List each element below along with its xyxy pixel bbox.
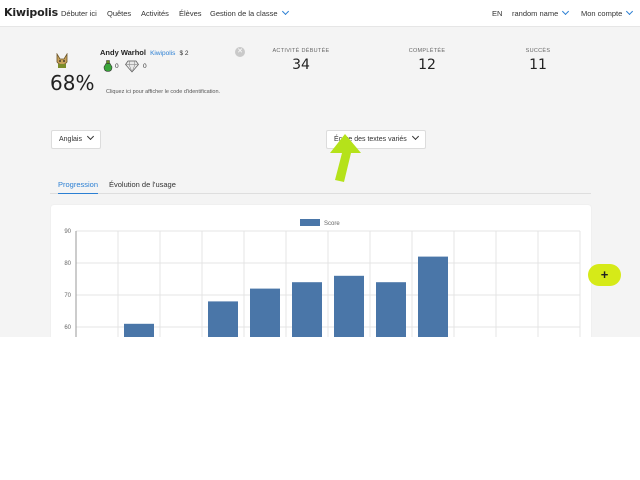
y-tick-label: 60 bbox=[64, 325, 71, 331]
score-bar bbox=[208, 301, 238, 337]
student-name: Andy Warhol bbox=[100, 48, 146, 57]
score-bar bbox=[292, 282, 322, 337]
tab-usage-evolution[interactable]: Évolution de l'usage bbox=[109, 180, 176, 189]
nav-gestion-classe[interactable]: Gestion de la classe bbox=[210, 7, 289, 18]
potion-icon bbox=[103, 60, 113, 72]
legend-swatch bbox=[300, 219, 320, 226]
chevron-down-icon bbox=[86, 132, 95, 141]
main-content: 68% Andy Warhol Kiwipolis $ 2 0 0 Clique… bbox=[0, 27, 640, 337]
add-button[interactable]: + bbox=[588, 264, 621, 286]
top-nav: Kiwipolis Débuter ici Quêtes Activités É… bbox=[0, 0, 640, 27]
student-tag[interactable]: Kiwipolis bbox=[150, 50, 175, 57]
diamond-icon bbox=[125, 60, 139, 73]
stat-started: ACTIVITÉ DÉBUTÉE 34 bbox=[256, 48, 346, 73]
user-name: random name bbox=[512, 9, 559, 18]
chevron-down-icon bbox=[626, 7, 634, 16]
nav-eleves[interactable]: Élèves bbox=[179, 9, 202, 18]
account-menu[interactable]: Mon compte bbox=[581, 7, 634, 18]
stat-completed: COMPLÉTÉE 12 bbox=[382, 48, 472, 73]
stat-success-value: 11 bbox=[529, 57, 547, 73]
y-tick-label: 70 bbox=[64, 293, 71, 299]
nav-quetes[interactable]: Quêtes bbox=[107, 9, 131, 18]
logo-text: Kiwipolis bbox=[4, 6, 58, 19]
nav-debuter[interactable]: Débuter ici bbox=[61, 9, 97, 18]
stat-started-label: ACTIVITÉ DÉBUTÉE bbox=[272, 48, 330, 54]
account-label: Mon compte bbox=[581, 9, 623, 18]
score-bar bbox=[334, 275, 364, 337]
y-tick-label: 80 bbox=[64, 261, 71, 267]
score-bar bbox=[250, 288, 280, 337]
chevron-down-icon bbox=[562, 7, 570, 16]
gem-count: 0 bbox=[143, 63, 147, 70]
chart-card: Score5060708090 bbox=[51, 205, 591, 337]
tab-progression[interactable]: Progression bbox=[58, 180, 99, 194]
show-code-link[interactable]: Cliquez ici pour afficher le code d'iden… bbox=[106, 89, 220, 95]
chevron-down-icon bbox=[281, 7, 289, 16]
fox-avatar-icon bbox=[56, 53, 68, 68]
stat-success-label: SUCCÈS bbox=[525, 48, 551, 54]
nav-gestion-label: Gestion de la classe bbox=[210, 9, 278, 18]
chevron-down-icon bbox=[411, 132, 419, 141]
close-icon[interactable]: ✕ bbox=[235, 47, 245, 57]
kiwipolis-logo[interactable]: Kiwipolis bbox=[4, 6, 58, 19]
nav-activites[interactable]: Activités bbox=[141, 9, 169, 18]
tutorial-arrow-icon bbox=[330, 134, 361, 182]
stat-success: SUCCÈS 11 bbox=[493, 48, 583, 73]
tab-bar: Progression Évolution de l'usage bbox=[50, 177, 591, 194]
student-name-row: Andy Warhol Kiwipolis $ 2 bbox=[100, 48, 189, 57]
potion-count: 0 bbox=[115, 63, 119, 70]
score-bar bbox=[418, 256, 448, 337]
stat-started-value: 34 bbox=[292, 57, 310, 73]
y-tick-label: 90 bbox=[64, 229, 71, 235]
stat-completed-value: 12 bbox=[418, 57, 436, 73]
language-select-value: Anglais bbox=[59, 136, 82, 143]
user-menu[interactable]: random name bbox=[512, 7, 570, 18]
progress-percent: 68% bbox=[50, 71, 95, 95]
stat-completed-label: COMPLÉTÉE bbox=[408, 48, 446, 54]
student-money: $ 2 bbox=[179, 50, 189, 57]
language-select[interactable]: Anglais bbox=[51, 130, 101, 149]
score-bar bbox=[124, 323, 154, 337]
language-switch[interactable]: EN bbox=[492, 9, 502, 18]
score-bar bbox=[376, 282, 406, 337]
progress-chart: Score5060708090 bbox=[64, 219, 581, 337]
legend-label: Score bbox=[324, 221, 340, 227]
app: Kiwipolis Débuter ici Quêtes Activités É… bbox=[0, 0, 640, 480]
